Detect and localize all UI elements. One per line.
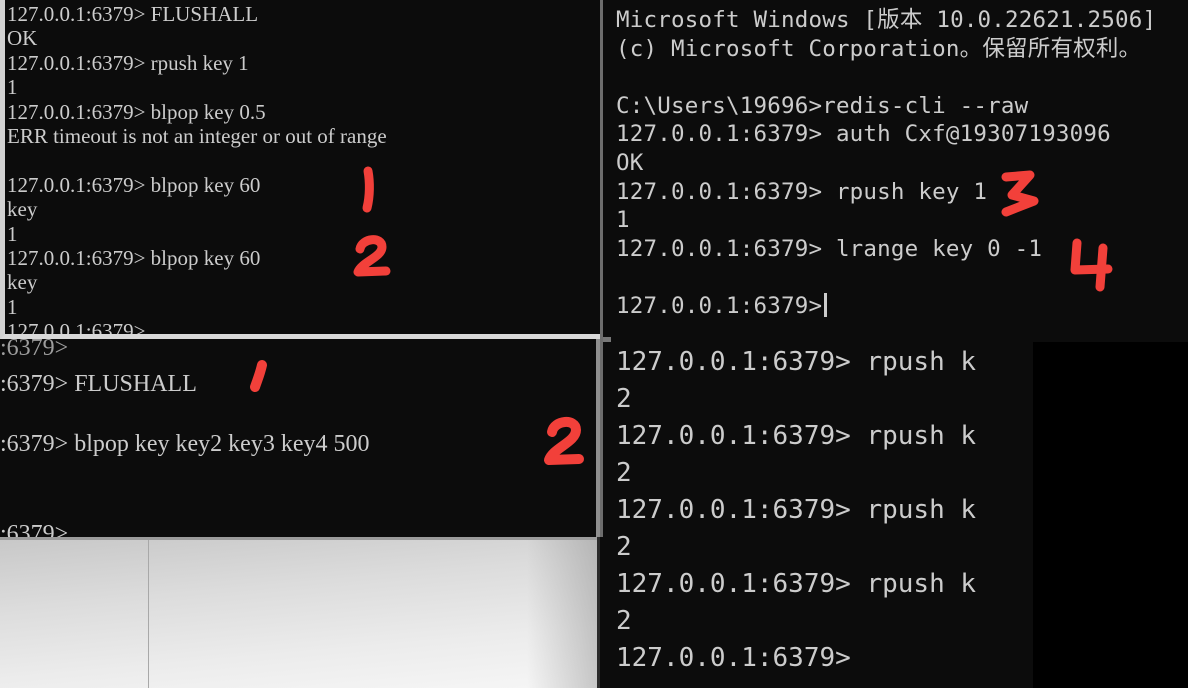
terminal-line: key	[7, 197, 38, 222]
vertical-window-seam-lower	[597, 537, 600, 688]
terminal-line: 127.0.0.1:6379> FLUSHALL	[7, 2, 259, 26]
terminal-line: Microsoft Windows [版本 10.0.22621.2506]	[616, 7, 1157, 33]
screenshot-root: 127.0.0.1:6379> FLUSHALL OK 127.0.0.1:63…	[0, 0, 1188, 688]
terminal-line: OK	[7, 26, 38, 51]
prompt-text: 127.0.0.1:6379>	[616, 292, 823, 319]
terminal-line: ERR timeout is not an integer or out of …	[7, 124, 387, 149]
terminal-line-prompt: 127.0.0.1:6379>	[7, 319, 146, 339]
top-right-terminal-window[interactable]: Microsoft Windows [版本 10.0.22621.2506] (…	[603, 0, 1188, 337]
terminal-line: :6379> FLUSHALL	[0, 371, 197, 397]
black-occluding-region	[1033, 342, 1188, 688]
terminal-line: 127.0.0.1:6379> rpush key 1	[7, 50, 249, 75]
top-right-terminal-body[interactable]: Microsoft Windows [版本 10.0.22621.2506] (…	[603, 0, 1188, 337]
terminal-line: 1	[616, 207, 630, 234]
terminal-line-clipped: :6379>	[0, 339, 69, 361]
terminal-line: 127.0.0.1:6379> blpop key 60	[7, 246, 261, 271]
window-corner-nub	[603, 337, 611, 342]
bottom-left-terminal-body[interactable]: :6379> :6379> FLUSHALL :6379> blpop key …	[0, 339, 596, 537]
terminal-line: (c) Microsoft Corporation。保留所有权利。	[616, 35, 1142, 62]
top-left-terminal-body[interactable]: 127.0.0.1:6379> FLUSHALL OK 127.0.0.1:63…	[5, 0, 606, 334]
panel-right-shade	[527, 540, 597, 688]
terminal-line: C:\Users\19696>redis-cli --raw	[616, 92, 1029, 119]
terminal-line: 127.0.0.1:6379> blpop key 60	[7, 172, 261, 197]
terminal-line: 1	[7, 221, 18, 246]
terminal-line: :6379> blpop key key2 key3 key4 500	[0, 431, 370, 457]
terminal-line-prompt: :6379>	[0, 521, 69, 537]
top-left-terminal-window[interactable]: 127.0.0.1:6379> FLUSHALL OK 127.0.0.1:63…	[0, 0, 610, 339]
bottom-left-terminal-window[interactable]: :6379> :6379> FLUSHALL :6379> blpop key …	[0, 339, 600, 537]
terminal-line: 1	[7, 75, 18, 100]
terminal-line: 127.0.0.1:6379> rpush key 1	[616, 178, 988, 205]
terminal-line: 127.0.0.1:6379> lrange key 0 -1	[616, 235, 1043, 262]
terminal-line-prompt: 127.0.0.1:6379>	[616, 292, 1188, 321]
terminal-line: key	[7, 270, 38, 295]
terminal-line: 127.0.0.1:6379> auth Cxf@19307193096	[616, 121, 1111, 148]
panel-divider	[148, 540, 149, 688]
terminal-line: 1	[7, 294, 18, 319]
terminal-line: 127.0.0.1:6379> blpop key 0.5	[7, 99, 266, 124]
text-cursor	[824, 292, 828, 317]
terminal-line: OK	[616, 149, 644, 176]
desktop-gray-panel	[0, 537, 597, 688]
